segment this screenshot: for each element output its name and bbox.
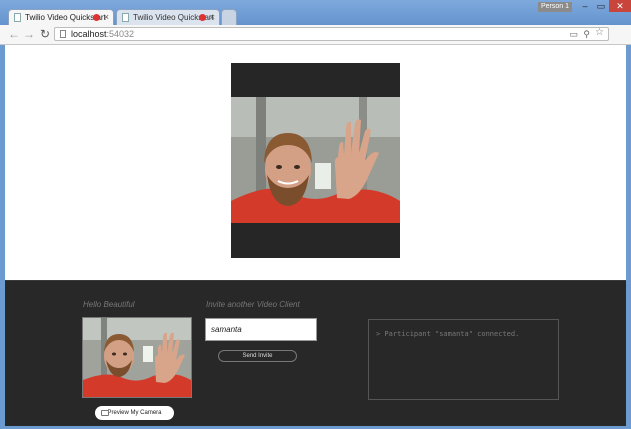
tab-active[interactable]: Twilio Video Quickstart × [8, 9, 114, 25]
invite-client-input[interactable]: samanta [205, 318, 317, 341]
reload-icon[interactable]: ↻ [40, 27, 50, 41]
title-bar: Twilio Video Quickstart × Twilio Video Q… [0, 0, 631, 25]
local-video [82, 317, 192, 398]
preview-camera-button[interactable]: Preview My Camera [95, 406, 174, 420]
bookmark-star-icon[interactable]: ☆ [595, 27, 604, 39]
address-bar[interactable]: localhost:54032 ▭ ⚲ ☆ [54, 27, 609, 41]
invite-label: Invite another Video Client [206, 300, 300, 309]
page-icon [122, 13, 129, 22]
preview-camera-label: Preview My Camera [107, 410, 162, 416]
remote-video-frame [231, 63, 400, 258]
page-icon [14, 13, 21, 22]
event-log: > Participant "samanta" connected. [368, 319, 559, 400]
video-camera-icon [101, 410, 109, 416]
zoom-icon[interactable]: ⚲ [583, 28, 590, 40]
close-window-button[interactable]: ✕ [609, 0, 631, 12]
tab-inactive[interactable]: Twilio Video Quickstart × [116, 9, 220, 25]
recording-icon [93, 14, 100, 21]
address-host: localhost [71, 29, 107, 39]
profile-button[interactable]: Person 1 [538, 2, 572, 12]
maximize-button[interactable]: ▭ [593, 0, 609, 12]
page-viewport: Hello Beautiful Invite another Video Cli… [5, 45, 626, 426]
minimize-button[interactable]: – [577, 0, 593, 12]
new-tab-button[interactable] [221, 9, 237, 25]
send-invite-button[interactable]: Send Invite [218, 350, 297, 362]
control-panel: Hello Beautiful Invite another Video Cli… [5, 280, 626, 426]
address-url[interactable]: localhost:54032 [71, 28, 134, 40]
browser-toolbar: ← → ↻ localhost:54032 ▭ ⚲ ☆ ≡ [0, 25, 631, 65]
log-line: > Participant "samanta" connected. [376, 330, 520, 338]
page-info-icon[interactable] [60, 30, 66, 38]
close-tab-icon[interactable]: × [210, 10, 215, 25]
remote-video [231, 63, 400, 258]
local-video-frame [83, 318, 191, 397]
back-arrow-icon[interactable]: ← [8, 27, 20, 41]
forward-arrow-icon[interactable]: → [23, 27, 35, 41]
recording-icon [199, 14, 206, 21]
address-port: :54032 [106, 29, 135, 39]
close-tab-icon[interactable]: × [104, 10, 109, 25]
camera-icon[interactable]: ▭ [569, 28, 578, 40]
hello-label: Hello Beautiful [83, 300, 135, 309]
